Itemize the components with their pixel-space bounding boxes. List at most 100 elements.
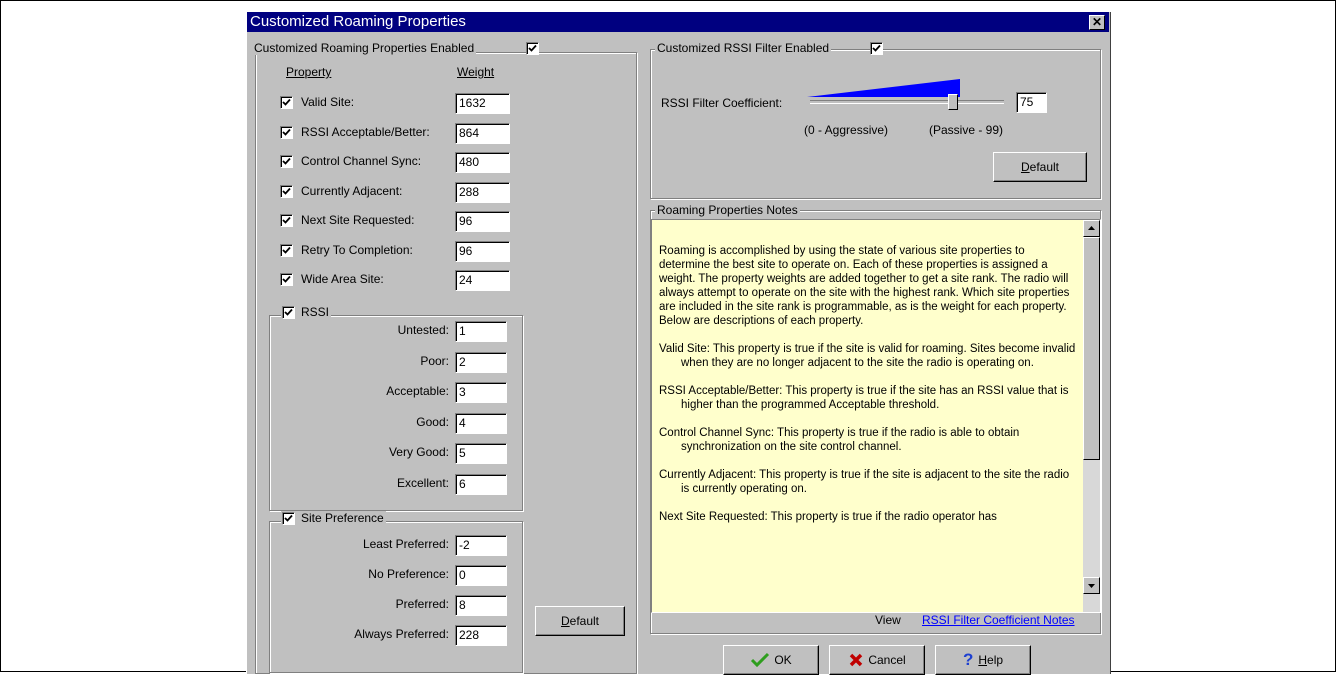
property-checkbox[interactable] — [280, 126, 293, 139]
check-icon — [872, 44, 881, 52]
notes-paragraph: Valid Site: This property is true if the… — [659, 343, 1076, 369]
property-label: Retry To Completion: — [301, 243, 413, 257]
check-icon — [282, 275, 291, 283]
notes-scrollbar[interactable] — [1083, 220, 1100, 612]
scroll-down-button[interactable] — [1083, 577, 1100, 594]
property-weight-input[interactable]: 288 — [455, 182, 510, 203]
notes-text-area[interactable]: Roaming is accomplished by using the sta… — [651, 219, 1101, 613]
property-weight-input[interactable]: 1632 — [455, 93, 510, 114]
default-accel: D — [1020, 160, 1030, 174]
help-accel: H — [978, 653, 988, 667]
check-icon — [284, 308, 293, 316]
roaming-default-button[interactable]: Default — [535, 606, 625, 636]
site-preference-level-input[interactable]: 8 — [455, 595, 507, 616]
check-icon — [282, 187, 291, 195]
default-accel: D — [560, 614, 570, 628]
property-checkbox[interactable] — [280, 155, 293, 168]
rssi-level-input[interactable]: 4 — [455, 413, 507, 434]
notes-paragraph: Control Channel Sync: This property is t… — [659, 427, 1020, 453]
check-icon — [282, 246, 291, 254]
view-label: View — [875, 613, 901, 627]
property-weight-input[interactable]: 864 — [455, 123, 510, 144]
rssi-filter-default-button[interactable]: Default — [993, 152, 1087, 182]
notes-paragraph: Roaming is accomplished by using the sta… — [659, 245, 1070, 327]
rssi-level-input[interactable]: 3 — [455, 382, 507, 403]
rssi-level-label: Acceptable: — [386, 384, 449, 398]
close-button[interactable]: ✕ — [1089, 15, 1105, 30]
property-checkbox[interactable] — [280, 273, 293, 286]
property-label: RSSI Acceptable/Better: — [301, 125, 430, 139]
ok-label: OK — [774, 653, 792, 667]
site-preference-level-label: Least Preferred: — [362, 537, 449, 551]
property-checkbox[interactable] — [280, 185, 293, 198]
property-label: Wide Area Site: — [301, 272, 384, 286]
check-icon — [284, 514, 293, 522]
title-bar[interactable]: Customized Roaming Properties ✕ — [247, 12, 1109, 32]
rssi-filter-enabled-checkbox[interactable] — [870, 42, 883, 55]
close-icon: ✕ — [1091, 15, 1103, 29]
notes-paragraph: RSSI Acceptable/Better: This property is… — [659, 385, 1069, 411]
property-label: Currently Adjacent: — [301, 184, 403, 198]
site-preference-level-input[interactable]: -2 — [455, 535, 507, 556]
site-preference-level-input[interactable]: 0 — [455, 565, 507, 586]
property-checkbox[interactable] — [280, 244, 293, 257]
site-preference-level-input[interactable]: 228 — [455, 625, 507, 646]
rssi-level-label: Poor: — [420, 354, 449, 368]
scroll-up-button[interactable] — [1083, 220, 1100, 237]
site-preference-legend: Site Preference — [281, 511, 386, 525]
property-checkbox[interactable] — [280, 214, 293, 227]
arrow-up-icon — [1088, 226, 1095, 230]
property-checkbox[interactable] — [280, 96, 293, 109]
x-icon — [850, 653, 863, 667]
rssi-level-input[interactable]: 5 — [455, 443, 507, 464]
rssi-filter-legend: Customized RSSI Filter Enabled — [655, 41, 832, 55]
property-column-header: Property — [286, 65, 332, 79]
window-title: Customized Roaming Properties — [250, 13, 466, 30]
cancel-button[interactable]: Cancel — [829, 645, 925, 675]
check-icon — [528, 44, 537, 52]
site-preference-level-label: Preferred: — [395, 597, 449, 611]
coefficient-slider[interactable] — [810, 94, 1004, 114]
help-rest: elp — [987, 653, 1004, 667]
property-weight-input[interactable]: 96 — [455, 241, 510, 262]
notes-paragraph: Currently Adjacent: This property is tru… — [659, 469, 1070, 495]
roaming-properties-dialog: Customized Roaming Properties ✕ Customiz… — [246, 11, 1111, 675]
check-icon — [282, 216, 291, 224]
rssi-level-input[interactable]: 1 — [455, 321, 507, 342]
roaming-enabled-checkbox[interactable] — [526, 42, 539, 55]
property-weight-input[interactable]: 96 — [455, 211, 510, 232]
notes-title: Roaming Properties Notes — [657, 203, 798, 217]
default-rest: efault — [569, 614, 600, 628]
rssi-checkbox[interactable] — [282, 306, 295, 319]
rssi-level-label: Good: — [416, 415, 449, 429]
property-weight-input[interactable]: 480 — [455, 152, 510, 173]
cancel-label: Cancel — [868, 653, 906, 667]
check-icon — [282, 128, 291, 136]
help-button[interactable]: ? Help — [935, 645, 1031, 675]
site-preference-label: Site Preference — [301, 511, 384, 525]
notes-content: Roaming is accomplished by using the sta… — [659, 244, 1077, 538]
weight-column-header: Weight — [457, 65, 495, 79]
slider-track — [810, 100, 1004, 104]
site-preference-checkbox[interactable] — [282, 512, 295, 525]
roaming-enabled-legend: Customized Roaming Properties Enabled — [252, 41, 477, 55]
rssi-level-label: Very Good: — [388, 445, 449, 459]
site-preference-level-label: Always Preferred: — [354, 627, 449, 641]
rssi-coefficient-input[interactable]: 75 — [1016, 92, 1047, 113]
property-weight-input[interactable]: 24 — [455, 270, 510, 291]
roaming-enabled-label: Customized Roaming Properties Enabled — [254, 41, 475, 55]
default-rest: efault — [1029, 160, 1060, 174]
slider-thumb[interactable] — [948, 94, 958, 110]
ok-button[interactable]: OK — [723, 645, 819, 675]
notes-legend: Roaming Properties Notes — [655, 203, 800, 217]
rssi-filter-coefficient-label: RSSI Filter Coefficient: — [661, 96, 783, 110]
rssi-level-input[interactable]: 6 — [455, 474, 507, 495]
property-label: Valid Site: — [301, 95, 355, 109]
scroll-thumb[interactable] — [1083, 237, 1100, 460]
rssi-level-input[interactable]: 2 — [455, 352, 507, 373]
notes-paragraph: Next Site Requested: This property is tr… — [659, 511, 997, 523]
arrow-down-icon — [1088, 584, 1095, 588]
property-label: Control Channel Sync: — [301, 154, 422, 168]
rssi-filter-notes-link[interactable]: RSSI Filter Coefficient Notes — [922, 613, 1075, 627]
checkmark-icon — [751, 652, 770, 668]
